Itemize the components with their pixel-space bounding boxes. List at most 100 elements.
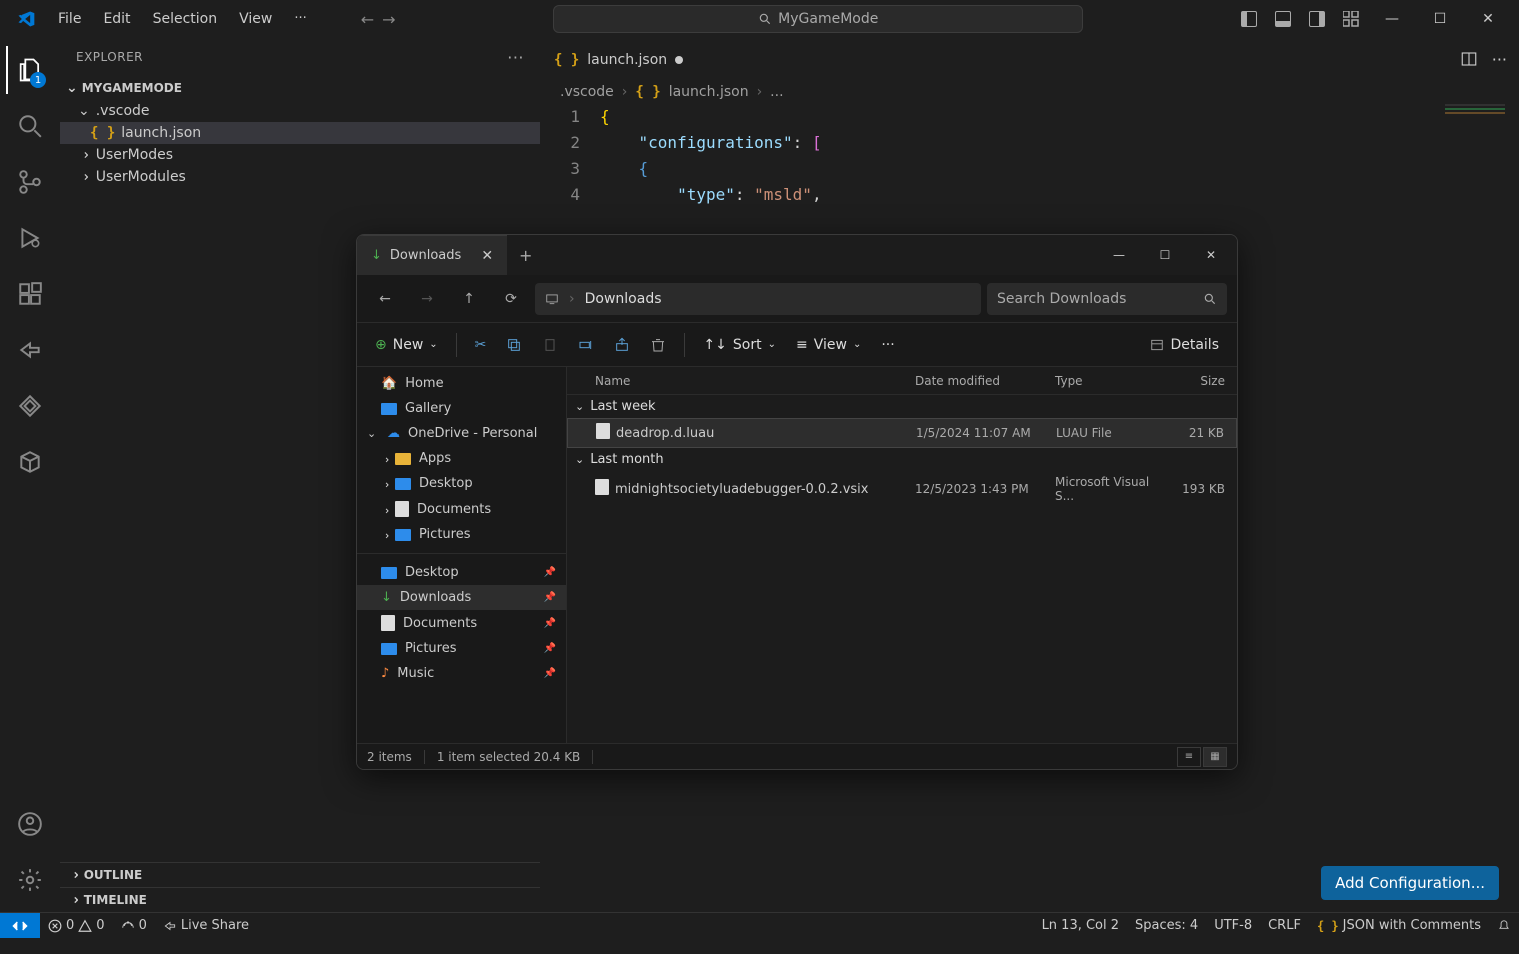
col-size[interactable]: Size xyxy=(1165,374,1237,388)
remote-indicator[interactable] xyxy=(0,913,40,938)
scm-view-icon[interactable] xyxy=(6,158,54,206)
line-content[interactable]: "configurations": [ xyxy=(600,130,1519,156)
fe-copy[interactable] xyxy=(498,333,530,357)
cube-view-icon[interactable] xyxy=(6,438,54,486)
search-view-icon[interactable] xyxy=(6,102,54,150)
liveshare-view-icon[interactable] xyxy=(6,326,54,374)
settings-icon[interactable] xyxy=(6,856,54,904)
fe-view-large[interactable]: ▦ xyxy=(1203,747,1227,767)
col-date[interactable]: Date modified xyxy=(915,374,1055,388)
fe-forward[interactable]: → xyxy=(409,283,445,315)
fe-nav-item[interactable]: Documents📌 xyxy=(357,610,566,636)
tree-folder-usermodules[interactable]: ⌄ UserModules xyxy=(60,166,540,188)
fe-nav-item[interactable]: ↓Downloads📌 xyxy=(357,585,566,610)
crumb[interactable]: .vscode xyxy=(560,84,614,100)
editor-tab-launch-json[interactable]: { } launch.json xyxy=(540,38,698,80)
col-type[interactable]: Type xyxy=(1055,374,1165,388)
minimap[interactable] xyxy=(1445,104,1505,144)
customize-layout-icon[interactable] xyxy=(1343,11,1359,27)
close-button[interactable]: ✕ xyxy=(1481,12,1495,26)
fe-tab-close[interactable]: ✕ xyxy=(481,248,493,264)
fe-nav-item[interactable]: ⌄Desktop xyxy=(357,471,566,496)
menu-file[interactable]: File xyxy=(48,7,91,31)
fe-view-button[interactable]: ≡ View ⌄ xyxy=(788,333,869,357)
fe-search[interactable]: Search Downloads xyxy=(987,283,1227,315)
editor-more[interactable]: ··· xyxy=(1492,50,1507,69)
menu-view[interactable]: View xyxy=(229,7,282,31)
col-name[interactable]: Name xyxy=(595,374,915,388)
fe-nav-item[interactable]: 🏠Home xyxy=(357,371,566,396)
fe-nav-item[interactable]: ♪Music📌 xyxy=(357,661,566,686)
code-line[interactable]: 2 "configurations": [ xyxy=(540,130,1519,156)
fe-group-header[interactable]: ⌄Last month xyxy=(567,448,1237,471)
fe-new-button[interactable]: ⊕ New ⌄ xyxy=(367,333,446,357)
status-cursor[interactable]: Ln 13, Col 2 xyxy=(1034,918,1127,933)
nav-forward[interactable]: → xyxy=(382,10,395,29)
maximize-button[interactable]: ☐ xyxy=(1433,12,1447,26)
status-language[interactable]: { } JSON with Comments xyxy=(1309,918,1489,933)
breadcrumbs[interactable]: .vscode › { } launch.json › ... xyxy=(540,80,1519,104)
menu-edit[interactable]: Edit xyxy=(93,7,140,31)
split-editor-icon[interactable] xyxy=(1460,50,1478,68)
fe-nav-item[interactable]: ⌄Apps xyxy=(357,446,566,471)
status-liveshare[interactable]: Live Share xyxy=(155,918,257,933)
timeline-section[interactable]: ⌄ TIMELINE xyxy=(60,887,540,912)
line-content[interactable]: { xyxy=(600,104,1519,130)
toggle-secondary-icon[interactable] xyxy=(1309,11,1325,27)
workspace-header[interactable]: ⌄ MYGAMEMODE xyxy=(60,76,540,100)
status-eol[interactable]: CRLF xyxy=(1260,918,1309,933)
fe-paste[interactable] xyxy=(534,333,566,357)
minimize-button[interactable]: — xyxy=(1385,12,1399,26)
fe-back[interactable]: ← xyxy=(367,283,403,315)
fe-up[interactable]: ↑ xyxy=(451,283,487,315)
fe-nav-item[interactable]: Gallery xyxy=(357,396,566,421)
crumb[interactable]: ... xyxy=(770,84,783,100)
line-content[interactable]: { xyxy=(600,156,1519,182)
fe-delete[interactable] xyxy=(642,333,674,357)
fe-more[interactable]: ··· xyxy=(873,333,902,357)
code-line[interactable]: 3 { xyxy=(540,156,1519,182)
crumb[interactable]: launch.json xyxy=(669,84,749,100)
tree-file-launch-json[interactable]: { } launch.json xyxy=(60,122,540,144)
fe-cut[interactable]: ✂ xyxy=(467,333,495,357)
code-line[interactable]: 1{ xyxy=(540,104,1519,130)
fe-share[interactable] xyxy=(606,333,638,357)
line-content[interactable]: "type": "msld", xyxy=(600,182,1519,208)
fe-nav-item[interactable]: Desktop📌 xyxy=(357,560,566,585)
fe-refresh[interactable]: ⟳ xyxy=(493,283,529,315)
fe-sort-button[interactable]: ↑↓ Sort ⌄ xyxy=(695,333,784,357)
tree-folder-vscode[interactable]: ⌄ .vscode xyxy=(60,100,540,122)
fe-file-row[interactable]: midnightsocietyluadebugger-0.0.2.vsix12/… xyxy=(567,471,1237,507)
menu-selection[interactable]: Selection xyxy=(143,7,228,31)
add-configuration-button[interactable]: Add Configuration... xyxy=(1321,866,1499,900)
status-indent[interactable]: Spaces: 4 xyxy=(1127,918,1206,933)
command-center[interactable]: MyGameMode xyxy=(553,5,1083,33)
fe-address-bar[interactable]: › Downloads xyxy=(535,283,981,315)
fe-close[interactable]: ✕ xyxy=(1191,240,1231,270)
fe-nav-item[interactable]: ⌄Pictures xyxy=(357,522,566,547)
tree-folder-usermodes[interactable]: ⌄ UserModes xyxy=(60,144,540,166)
vs-view-icon[interactable] xyxy=(6,382,54,430)
debug-view-icon[interactable] xyxy=(6,214,54,262)
status-ports[interactable]: 0 xyxy=(113,918,155,933)
fe-titlebar[interactable]: ↓ Downloads ✕ + — ☐ ✕ xyxy=(357,235,1237,275)
sidebar-more[interactable]: ··· xyxy=(507,48,524,67)
fe-nav-item[interactable]: Pictures📌 xyxy=(357,636,566,661)
fe-nav-item[interactable]: ⌄☁OneDrive - Personal xyxy=(357,421,566,446)
toggle-panel-icon[interactable] xyxy=(1275,11,1291,27)
fe-new-tab[interactable]: + xyxy=(507,235,544,275)
fe-rename[interactable] xyxy=(570,333,602,357)
status-notifications[interactable] xyxy=(1489,919,1519,933)
toggle-sidebar-icon[interactable] xyxy=(1241,11,1257,27)
fe-tab-downloads[interactable]: ↓ Downloads ✕ xyxy=(357,235,507,275)
fe-nav-item[interactable]: ⌄Documents xyxy=(357,496,566,522)
explorer-view-icon[interactable]: 1 xyxy=(6,46,54,94)
fe-details-button[interactable]: Details xyxy=(1142,333,1227,357)
extensions-view-icon[interactable] xyxy=(6,270,54,318)
outline-section[interactable]: ⌄ OUTLINE xyxy=(60,862,540,887)
status-encoding[interactable]: UTF-8 xyxy=(1206,918,1260,933)
status-errors[interactable]: 0 0 xyxy=(40,918,113,933)
fe-group-header[interactable]: ⌄Last week xyxy=(567,395,1237,418)
code-line[interactable]: 4 "type": "msld", xyxy=(540,182,1519,208)
fe-minimize[interactable]: — xyxy=(1099,240,1139,270)
